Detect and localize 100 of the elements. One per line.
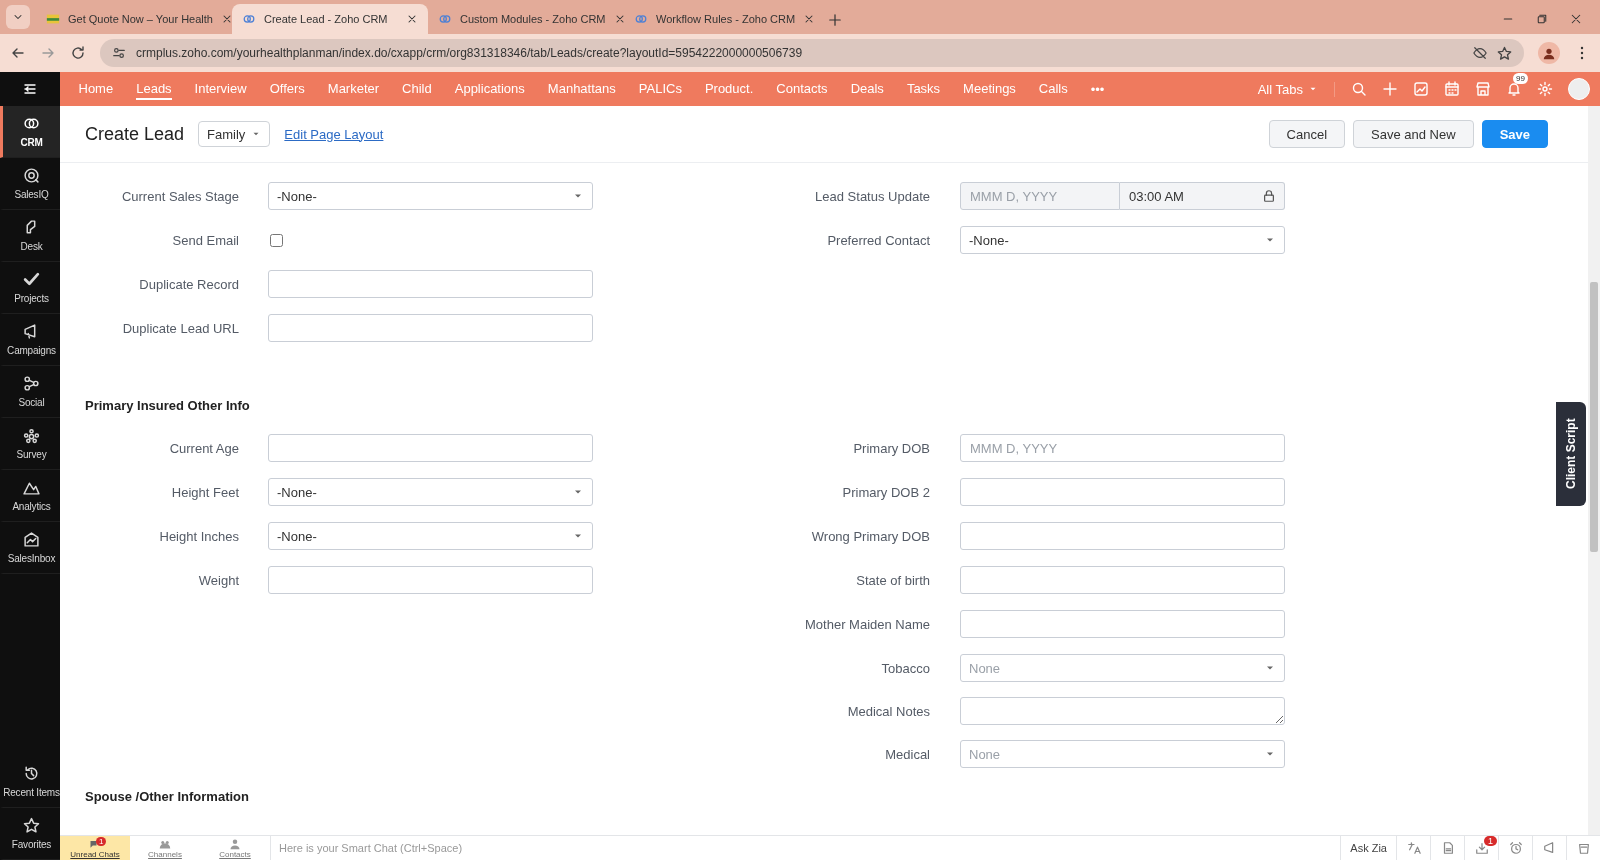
field-label: Height Inches [158, 528, 239, 544]
field-label: Mother Maiden Name [804, 616, 930, 632]
field-label: Medical [884, 746, 930, 762]
close-icon [406, 13, 418, 25]
browser-tab[interactable]: Custom Modules - Zoho CRM [428, 4, 624, 34]
search-icon[interactable] [1351, 81, 1367, 97]
favicon-icon [634, 12, 648, 26]
plus-icon[interactable] [1382, 81, 1398, 97]
header-button[interactable]: Cancel [1268, 120, 1346, 148]
scrollbar[interactable] [1588, 106, 1600, 835]
text-field[interactable] [268, 434, 593, 462]
sidebar-item[interactable]: Recent Items [0, 756, 60, 808]
browser-tab[interactable]: Create Lead - Zoho CRM [232, 4, 428, 34]
site-settings-icon[interactable] [112, 46, 126, 60]
chat-tab[interactable]: Contacts [200, 836, 270, 860]
field-label: Current Sales Stage [120, 188, 239, 204]
restore-icon[interactable] [1536, 13, 1548, 25]
text-field[interactable] [960, 610, 1285, 638]
field-label: Primary DOB [852, 440, 930, 456]
star-icon [23, 817, 40, 834]
profile-icon[interactable] [1542, 46, 1556, 60]
text-field[interactable] [960, 566, 1285, 594]
text-field[interactable] [268, 566, 593, 594]
browser-tab[interactable]: Get Quote Now – Your Health [36, 4, 232, 34]
people-circle-icon [23, 427, 40, 444]
section-title: Primary Insured Other Info [85, 398, 251, 413]
close-icon[interactable] [1570, 13, 1582, 25]
field-label: Wrong Primary DOB [810, 528, 930, 544]
cup-icon [1576, 841, 1591, 855]
save-button[interactable]: Save [1481, 120, 1548, 148]
dropdown[interactable]: -None- [268, 182, 593, 210]
lock-icon [1262, 189, 1276, 203]
dropdown[interactable]: -None- [960, 226, 1285, 254]
alarm-clock-icon [1508, 841, 1523, 855]
text-field[interactable] [268, 314, 593, 342]
date-field[interactable]: MMM D, YYYY [960, 182, 1120, 210]
field-label: Height Feet [170, 484, 239, 500]
star-icon[interactable] [1497, 45, 1512, 61]
edit-layout-link[interactable]: Edit Page Layout [284, 126, 384, 142]
check-icon [23, 271, 40, 288]
client-script-tab[interactable]: Client Script [1556, 402, 1586, 506]
inbox-chart-icon [23, 531, 40, 548]
settings-icon[interactable] [1537, 81, 1553, 97]
sidebar-item[interactable]: Survey [0, 418, 60, 470]
sidebar-item[interactable]: Desk [0, 210, 60, 262]
checkbox[interactable] [270, 233, 283, 247]
chat-circle-icon [23, 167, 40, 184]
sidebar-item[interactable]: Analytics [0, 470, 60, 522]
person-icon [229, 838, 241, 850]
favicon-icon [242, 12, 256, 26]
favicon-icon [46, 12, 60, 26]
time-field[interactable]: 03:00 AM [1120, 182, 1285, 210]
avatar[interactable] [1568, 78, 1590, 100]
history-icon [23, 765, 40, 782]
dropdown[interactable]: -None- [268, 522, 593, 550]
favicon-icon [438, 12, 452, 26]
sidebar-item[interactable]: SalesIQ [0, 158, 60, 210]
field-label: Preferred Contact [826, 232, 930, 248]
chat-tab[interactable]: Unread Chats 1 [60, 836, 130, 860]
field-label: Duplicate Record [138, 276, 239, 292]
field-label: Send Email [171, 232, 239, 248]
sidebar-item[interactable]: Campaigns [0, 314, 60, 366]
sidebar-item[interactable]: Projects [0, 262, 60, 314]
tab-list-button[interactable] [6, 5, 30, 29]
notification-badge: 1 [1484, 836, 1497, 846]
new-tab-icon[interactable] [828, 13, 842, 27]
store-icon[interactable] [1475, 81, 1491, 97]
sidebar-item[interactable]: CRM [0, 106, 60, 158]
field-label: Primary DOB 2 [841, 484, 930, 500]
chart-square-icon[interactable] [1413, 81, 1429, 97]
section-title: Spouse /Other Information [85, 789, 250, 804]
text-field[interactable] [960, 478, 1285, 506]
chat-tab[interactable]: Channels [130, 836, 200, 860]
text-field[interactable]: MMM D, YYYY [960, 434, 1285, 462]
dropdown[interactable]: -None- [268, 478, 593, 506]
field-label: Tobacco [880, 660, 930, 676]
field-label: Current Age [168, 440, 239, 456]
browser-tab[interactable]: Workflow Rules - Zoho CRM [624, 4, 820, 34]
text-area[interactable] [960, 697, 1285, 725]
people-icon [159, 838, 171, 850]
mountain-chart-icon [23, 479, 40, 496]
calendar-icon[interactable] [1444, 81, 1460, 97]
field-label: Duplicate Lead URL [121, 320, 239, 336]
text-field[interactable] [960, 522, 1285, 550]
field-label: Lead Status Update [814, 188, 930, 204]
notification-badge: 99 [1513, 73, 1528, 84]
page-title: Create Lead [85, 123, 185, 145]
reload-icon[interactable] [70, 45, 86, 61]
tray-button[interactable]: 1 [1464, 836, 1498, 860]
bell-icon[interactable] [1506, 81, 1522, 97]
header-button[interactable]: Save and New [1353, 120, 1474, 148]
sidebar-item[interactable]: SalesInbox [0, 522, 60, 574]
text-field[interactable] [268, 270, 593, 298]
share-nodes-icon [23, 375, 40, 392]
field-label: State of birth [855, 572, 930, 588]
field-label: Medical Notes [846, 703, 930, 719]
layout-dropdown[interactable]: Family [198, 121, 271, 147]
download-tray-icon [1474, 841, 1489, 855]
sidebar-item[interactable]: Social [0, 366, 60, 418]
muted-eye-icon[interactable] [1473, 46, 1487, 60]
